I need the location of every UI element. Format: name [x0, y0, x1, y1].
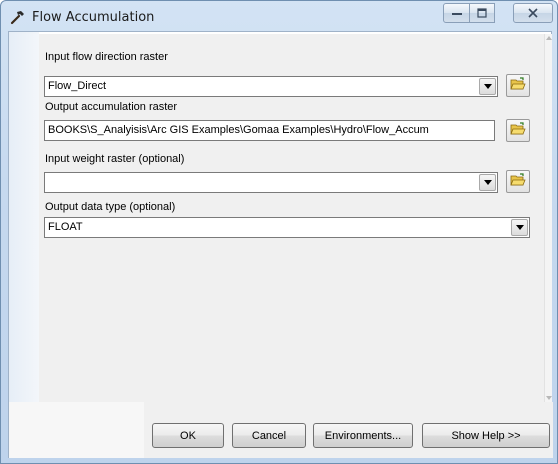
minimize-icon — [451, 10, 462, 16]
chevron-down-icon — [483, 180, 492, 185]
input-weight-label: Input weight raster (optional) — [45, 153, 185, 165]
title-bar[interactable]: Flow Accumulation — [1, 1, 557, 31]
output-accumulation-value: BOOKS\S_Analyisis\Arc GIS Examples\Gomaa… — [48, 124, 429, 136]
input-flow-direction-value: Flow_Direct — [48, 80, 107, 92]
dialog-window: Flow Accumulation Input flow direction r… — [0, 0, 558, 464]
scroll-down-icon[interactable] — [546, 396, 552, 400]
output-data-type-value: FLOAT — [48, 221, 83, 233]
vertical-scrollbar[interactable] — [544, 34, 552, 402]
footer-left-area — [9, 402, 144, 458]
maximize-button[interactable] — [469, 3, 495, 23]
hammer-icon — [10, 9, 26, 25]
open-folder-icon — [510, 122, 526, 139]
input-flow-direction-select[interactable]: Flow_Direct — [44, 76, 498, 97]
browse-button-input-flow[interactable] — [506, 74, 530, 97]
close-button[interactable] — [513, 3, 553, 23]
show-help-button[interactable]: Show Help >> — [422, 423, 550, 448]
parameters-panel: Input flow direction raster Flow_Direct … — [39, 34, 545, 402]
input-weight-select[interactable] — [44, 172, 498, 193]
output-data-type-label: Output data type (optional) — [45, 201, 176, 213]
ok-button[interactable]: OK — [152, 423, 224, 448]
browse-button-output-accum[interactable] — [506, 119, 530, 142]
dropdown-button[interactable] — [479, 78, 496, 95]
dropdown-button[interactable] — [511, 219, 528, 236]
maximize-icon — [477, 8, 487, 18]
output-data-type-select[interactable]: FLOAT — [44, 217, 530, 238]
cancel-button[interactable]: Cancel — [232, 423, 306, 448]
scroll-up-icon[interactable] — [546, 36, 552, 40]
browse-button-input-weight[interactable] — [506, 170, 530, 193]
minimize-button[interactable] — [443, 3, 470, 23]
output-accumulation-input[interactable]: BOOKS\S_Analyisis\Arc GIS Examples\Gomaa… — [44, 120, 495, 141]
dropdown-button[interactable] — [479, 174, 496, 191]
chevron-down-icon — [515, 225, 524, 230]
left-margin — [9, 32, 39, 457]
button-bar: OK Cancel Environments... Show Help >> — [9, 402, 553, 458]
window-title: Flow Accumulation — [32, 10, 155, 25]
environments-button[interactable]: Environments... — [313, 423, 413, 448]
open-folder-icon — [510, 77, 526, 94]
output-accumulation-label: Output accumulation raster — [45, 101, 178, 113]
chevron-down-icon — [483, 84, 492, 89]
dialog-client-area: Input flow direction raster Flow_Direct … — [8, 31, 553, 458]
close-icon — [528, 8, 538, 18]
input-flow-direction-label: Input flow direction raster — [45, 51, 168, 63]
open-folder-icon — [510, 173, 526, 190]
